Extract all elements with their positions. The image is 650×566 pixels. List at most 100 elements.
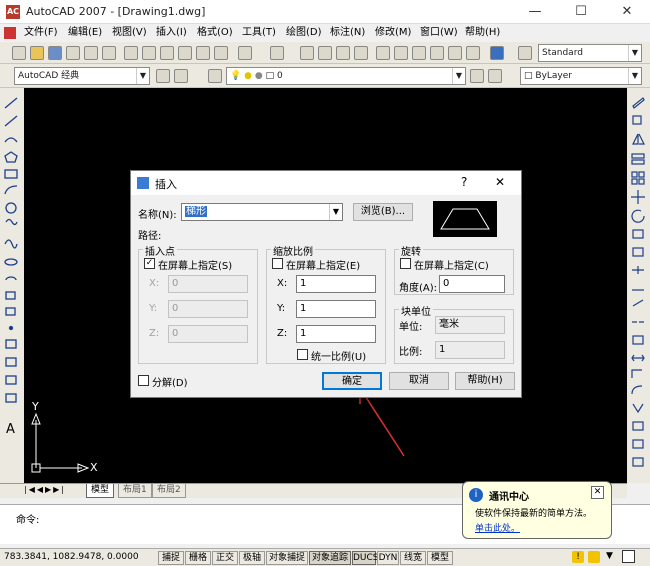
angle-field[interactable]: 0 bbox=[439, 275, 505, 293]
menu-format[interactable]: 格式(O) bbox=[195, 25, 235, 41]
tool-palette-icon[interactable] bbox=[412, 46, 426, 60]
pan-icon[interactable] bbox=[300, 46, 314, 60]
zoom-window-icon[interactable] bbox=[336, 46, 350, 60]
menu-insert[interactable]: 插入(I) bbox=[154, 25, 189, 41]
save-icon[interactable] bbox=[48, 46, 62, 60]
browse-button[interactable]: 浏览(B)... bbox=[353, 203, 413, 221]
menu-modify[interactable]: 修改(M) bbox=[373, 25, 413, 41]
scale-y-field[interactable]: 1 bbox=[296, 300, 376, 318]
warning-icon[interactable]: ! bbox=[572, 551, 584, 563]
block-editor-icon[interactable] bbox=[196, 46, 210, 60]
print-icon[interactable] bbox=[66, 46, 80, 60]
dialog-close-button[interactable]: ✕ bbox=[495, 175, 505, 189]
color-swatch-icon: □ bbox=[524, 71, 533, 81]
close-button[interactable]: ✕ bbox=[604, 0, 650, 24]
rotation-specify-checkbox[interactable] bbox=[400, 258, 411, 269]
uniform-scale-checkbox[interactable] bbox=[297, 349, 308, 360]
balloon-link[interactable]: 单击此处。 bbox=[475, 521, 520, 534]
menu-dimension[interactable]: 标注(N) bbox=[328, 25, 367, 41]
preview-icon[interactable] bbox=[84, 46, 98, 60]
menu-file[interactable]: 文件(F) bbox=[22, 25, 60, 41]
scale-x-field[interactable]: 1 bbox=[296, 275, 376, 293]
modify-toolbar-icons[interactable] bbox=[630, 96, 648, 476]
cancel-button[interactable]: 取消 bbox=[389, 372, 449, 390]
tab-layout2[interactable]: 布局2 bbox=[152, 484, 186, 498]
workspace-combo[interactable]: AutoCAD 经典 ▼ bbox=[14, 67, 150, 85]
autocad-logo-icon: AC bbox=[6, 5, 20, 19]
tab-layout1[interactable]: 布局1 bbox=[118, 484, 152, 498]
matchprop-icon[interactable] bbox=[178, 46, 192, 60]
markup-icon[interactable] bbox=[448, 46, 462, 60]
ok-button[interactable]: 确定 bbox=[322, 372, 382, 390]
scale-z-field[interactable]: 1 bbox=[296, 325, 376, 343]
help-button[interactable]: 帮助(H) bbox=[455, 372, 515, 390]
menu-view[interactable]: 视图(V) bbox=[110, 25, 149, 41]
snap-toggle[interactable]: 捕捉 bbox=[158, 551, 184, 565]
dialog-help-button[interactable]: ? bbox=[461, 175, 467, 189]
lock-icon[interactable] bbox=[588, 551, 600, 563]
grid-toggle[interactable]: 栅格 bbox=[185, 551, 211, 565]
x-axis-label: X bbox=[90, 461, 98, 474]
workspace-settings-icon[interactable] bbox=[156, 69, 170, 83]
modify-toolbar bbox=[627, 88, 650, 483]
clean-screen-icon[interactable] bbox=[622, 550, 635, 563]
tab-model[interactable]: 模型 bbox=[86, 484, 115, 498]
sheet-set-icon[interactable] bbox=[430, 46, 444, 60]
polar-toggle[interactable]: 极轴 bbox=[239, 551, 265, 565]
make-layer-current-icon[interactable] bbox=[470, 69, 484, 83]
layer-value: 0 bbox=[276, 71, 283, 81]
tab-nav-arrows-icon[interactable]: |◀◀▶▶| bbox=[24, 485, 66, 494]
chevron-down-icon: ▼ bbox=[136, 68, 149, 84]
color-combo[interactable]: □ ByLayer ▼ bbox=[520, 67, 642, 85]
brush-icon[interactable] bbox=[214, 46, 228, 60]
menu-window[interactable]: 窗口(W) bbox=[418, 25, 460, 41]
cut-icon[interactable] bbox=[124, 46, 138, 60]
explode-checkbox[interactable] bbox=[138, 375, 149, 386]
help-icon[interactable] bbox=[490, 46, 504, 60]
menu-draw[interactable]: 绘图(D) bbox=[284, 25, 324, 41]
design-center-icon[interactable] bbox=[394, 46, 408, 60]
insertion-specify-checkbox[interactable]: ✓ bbox=[144, 258, 155, 269]
text-style-combo[interactable]: Standard ▼ bbox=[538, 44, 642, 62]
new-icon[interactable] bbox=[12, 46, 26, 60]
draw-toolbar-icons[interactable]: A bbox=[3, 96, 21, 436]
name-combo[interactable]: 梯形 ▼ bbox=[181, 203, 343, 221]
publish-icon[interactable] bbox=[102, 46, 116, 60]
layer-manager-icon[interactable] bbox=[208, 69, 222, 83]
otrack-toggle[interactable]: 对象追踪 bbox=[309, 551, 351, 565]
menu-tools[interactable]: 工具(T) bbox=[240, 25, 278, 41]
properties-icon[interactable] bbox=[376, 46, 390, 60]
coordinate-readout[interactable]: 783.3841, 1082.9478, 0.0000 bbox=[4, 552, 139, 562]
scale-specify-checkbox[interactable] bbox=[272, 258, 283, 269]
balloon-close-button[interactable]: ✕ bbox=[591, 486, 604, 499]
zoom-previous-icon[interactable] bbox=[354, 46, 368, 60]
chevron-down-icon[interactable]: ▼ bbox=[606, 551, 613, 561]
copy-icon[interactable] bbox=[142, 46, 156, 60]
dyn-toggle[interactable]: DYN bbox=[377, 551, 399, 565]
ducs-toggle[interactable]: DUCS bbox=[352, 551, 379, 565]
layer-combo[interactable]: 💡 ● ● □ 0 ▼ bbox=[226, 67, 466, 85]
layer-previous-icon[interactable] bbox=[488, 69, 502, 83]
undo-icon[interactable] bbox=[238, 46, 252, 60]
document-icon[interactable] bbox=[4, 27, 16, 39]
osnap-toggle[interactable]: 对象捕捉 bbox=[266, 551, 308, 565]
paste-icon[interactable] bbox=[160, 46, 174, 60]
lock-icon: ● bbox=[254, 71, 263, 81]
insertion-x-field[interactable]: 0 bbox=[168, 275, 248, 293]
insertion-z-field[interactable]: 0 bbox=[168, 325, 248, 343]
maximize-button[interactable]: ☐ bbox=[558, 0, 604, 24]
minimize-button[interactable]: — bbox=[512, 0, 558, 24]
workspace-save-icon[interactable] bbox=[174, 69, 188, 83]
menu-edit[interactable]: 编辑(E) bbox=[66, 25, 104, 41]
menu-help[interactable]: 帮助(H) bbox=[463, 25, 502, 41]
insertion-y-field[interactable]: 0 bbox=[168, 300, 248, 318]
zoom-realtime-icon[interactable] bbox=[318, 46, 332, 60]
block-unit-title: 块单位 bbox=[399, 303, 433, 318]
model-toggle[interactable]: 模型 bbox=[427, 551, 453, 565]
lineweight-toggle[interactable]: 线宽 bbox=[400, 551, 426, 565]
calculator-icon[interactable] bbox=[466, 46, 480, 60]
open-icon[interactable] bbox=[30, 46, 44, 60]
text-style-icon[interactable] bbox=[518, 46, 532, 60]
redo-icon[interactable] bbox=[270, 46, 284, 60]
ortho-toggle[interactable]: 正交 bbox=[212, 551, 238, 565]
